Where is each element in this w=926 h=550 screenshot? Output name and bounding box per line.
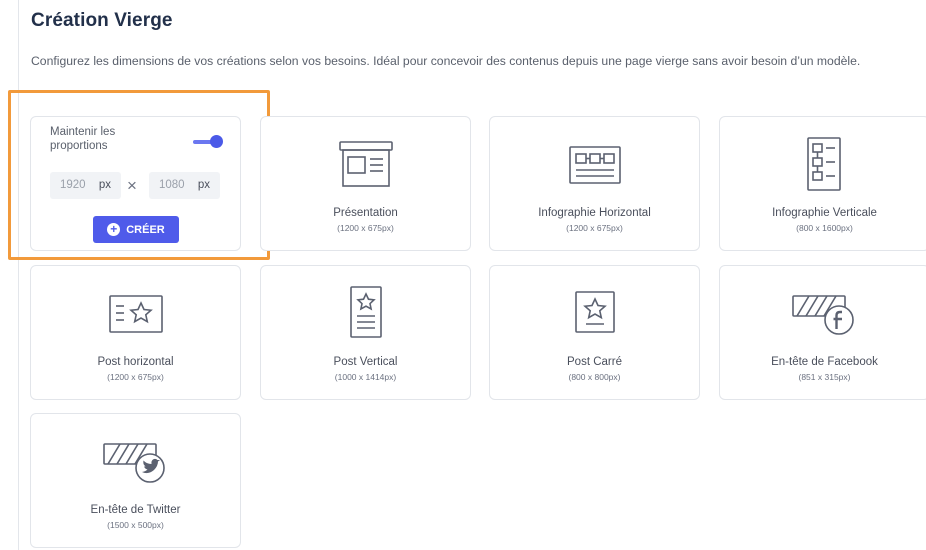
infographic-horizontal-icon (490, 143, 699, 187)
format-card-post-vertical[interactable]: Post Vertical (1000 x 1414px) (260, 265, 471, 400)
format-dims: (800 x 1600px) (796, 223, 853, 233)
presentation-icon (261, 139, 470, 191)
format-name: Post Vertical (333, 356, 398, 368)
create-button[interactable]: + CRÉER (93, 216, 179, 243)
format-card-infographic-vertical[interactable]: Infographie Verticale (800 x 1600px) (719, 116, 926, 251)
times-icon: × (127, 176, 137, 195)
keep-proportions-toggle[interactable] (193, 135, 223, 149)
format-name: En-tête de Twitter (90, 504, 181, 516)
width-input[interactable]: 1920 px (50, 172, 121, 199)
format-card-infographic-horizontal[interactable]: Infographie Horizontal (1200 x 675px) (489, 116, 700, 251)
format-dims: (1200 x 675px) (107, 372, 164, 382)
format-dims: (1000 x 1414px) (334, 372, 397, 382)
format-name: Post Carré (567, 356, 622, 368)
toggle-knob (210, 135, 223, 148)
format-card-post-horizontal[interactable]: Post horizontal (1200 x 675px) (30, 265, 241, 400)
width-value: 1920 (60, 179, 86, 191)
format-dims: (1200 x 675px) (566, 223, 623, 233)
format-name: Post horizontal (97, 356, 174, 368)
format-card-presentation[interactable]: Présentation (1200 x 675px) (260, 116, 471, 251)
post-vertical-icon (261, 284, 470, 342)
page-title: Création Vierge (31, 10, 173, 31)
format-card-facebook-header[interactable]: En-tête de Facebook (851 x 315px) (719, 265, 926, 400)
left-divider (18, 0, 19, 550)
format-dims: (800 x 800px) (568, 372, 621, 382)
create-button-label: CRÉER (126, 223, 165, 236)
format-card-twitter-header[interactable]: En-tête de Twitter (1500 x 500px) (30, 413, 241, 548)
format-dims: (1200 x 675px) (337, 223, 394, 233)
width-unit: px (98, 179, 111, 191)
page-description: Configurez les dimensions de vos créatio… (31, 54, 861, 68)
format-name: En-tête de Facebook (771, 356, 878, 368)
format-card-post-square[interactable]: Post Carré (800 x 800px) (489, 265, 700, 400)
format-dims: (851 x 315px) (798, 372, 851, 382)
format-name: Présentation (333, 207, 398, 219)
infographic-vertical-icon (720, 135, 926, 193)
height-value: 1080 (159, 179, 185, 191)
keep-proportions-label: Maintenir les proportions (50, 126, 116, 152)
custom-size-card: Maintenir les proportions 1920 px × 1080… (30, 116, 241, 251)
post-square-icon (490, 288, 699, 338)
twitter-header-icon (31, 436, 240, 486)
format-name: Infographie Verticale (772, 207, 877, 219)
plus-circle-icon: + (107, 223, 121, 236)
format-dims: (1500 x 500px) (107, 520, 164, 530)
post-horizontal-icon (31, 292, 240, 336)
height-unit: px (197, 179, 210, 191)
facebook-header-icon (720, 288, 926, 338)
format-name: Infographie Horizontal (538, 207, 651, 219)
height-input[interactable]: 1080 px (149, 172, 220, 199)
